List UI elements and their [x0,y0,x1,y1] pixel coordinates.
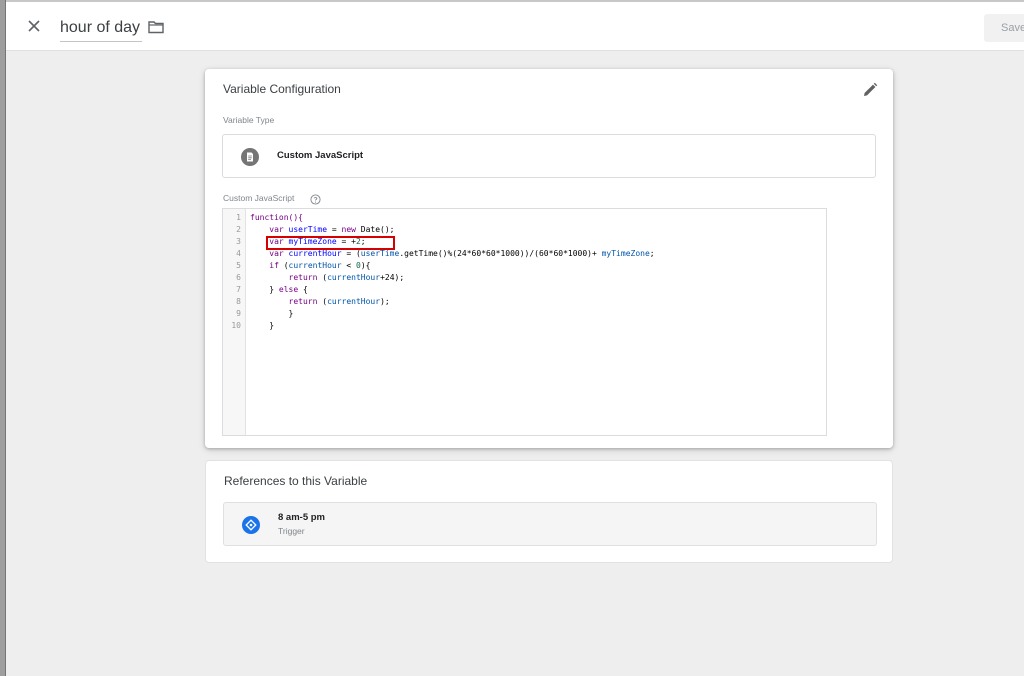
code-line-6: return (currentHour+24); [288,273,405,282]
variable-type-label: Variable Type [223,115,275,125]
line-number: 5 [236,261,241,270]
top-bar: hour of day Save [6,0,1024,51]
reference-item[interactable]: 8 am-5 pm Trigger [223,502,877,546]
code-line-2: var userTime = new Date(); [269,225,395,234]
variable-type-selector[interactable]: Custom JavaScript [222,134,876,178]
line-number: 3 [236,237,241,246]
code-line-7: } else { [269,285,308,294]
references-card: References to this Variable 8 am-5 pm Tr… [205,460,893,563]
background-page-edge [0,0,6,676]
code-line-8: return (currentHour); [288,297,390,306]
highlight-annotation-box [266,236,395,250]
reference-type: Trigger [278,526,305,536]
variable-name: hour of day [60,19,141,36]
close-icon[interactable] [24,16,44,36]
card-title: Variable Configuration [223,82,341,96]
code-line-10: } [269,321,275,330]
trigger-icon [242,516,260,534]
reference-name: 8 am-5 pm [278,512,325,523]
variable-name-field[interactable]: hour of day [60,15,143,42]
references-title: References to this Variable [224,474,368,488]
line-number-gutter: 1 2 3 4 5 6 7 8 9 10 [223,209,246,435]
code-line-9: } [288,309,294,318]
custom-javascript-label: Custom JavaScript [223,193,295,203]
document-icon [241,148,259,166]
line-number: 7 [236,285,241,294]
code-editor[interactable]: 1 2 3 4 5 6 7 8 9 10 function(){ var use… [222,208,827,436]
folder-icon[interactable] [147,18,165,36]
line-number: 6 [236,273,241,282]
variable-type-name: Custom JavaScript [277,150,364,161]
line-number: 4 [236,249,241,258]
pencil-icon[interactable] [861,81,879,99]
line-number: 1 [236,213,241,222]
code-line-5: if (currentHour < 0){ [269,261,371,270]
variable-configuration-card: Variable Configuration Variable Type Cus… [205,69,893,448]
code-line-1: function(){ [250,213,303,222]
line-number: 2 [236,225,241,234]
line-number: 10 [231,321,241,330]
save-button[interactable]: Save [984,14,1024,42]
line-number: 8 [236,297,241,306]
help-icon[interactable] [310,192,321,205]
line-number: 9 [236,309,241,318]
